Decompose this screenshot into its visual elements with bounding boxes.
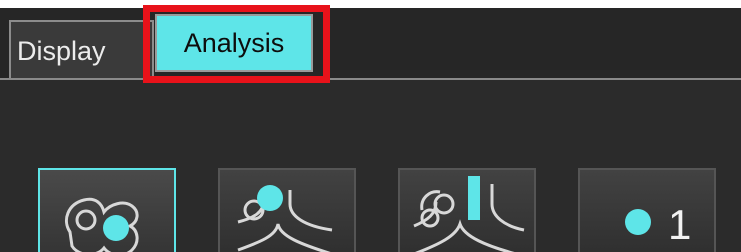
vessel-bifurcation-roi-icon — [237, 185, 333, 252]
tab-display-label: Display — [17, 35, 106, 66]
roi-count-label: 1 — [668, 201, 692, 248]
tab-analysis-label: Analysis — [183, 27, 285, 58]
vessel-bifurcation-roi-tool-button[interactable] — [218, 168, 356, 252]
roi-count-tool-button[interactable]: 1 — [578, 168, 716, 252]
roi-count-icon — [625, 209, 651, 235]
vessel-bifurcation-column-tool-button[interactable] — [398, 168, 536, 252]
vessel-cross-section-tool-button[interactable] — [38, 168, 176, 252]
vessel-cross-section-icon — [65, 197, 139, 252]
tab-analysis[interactable]: Analysis — [155, 14, 313, 72]
top-margin — [0, 0, 741, 8]
vessel-bifurcation-column-icon — [413, 176, 525, 252]
tab-display[interactable]: Display — [9, 20, 154, 80]
analysis-panel: Display Analysis 1 — [0, 0, 741, 252]
